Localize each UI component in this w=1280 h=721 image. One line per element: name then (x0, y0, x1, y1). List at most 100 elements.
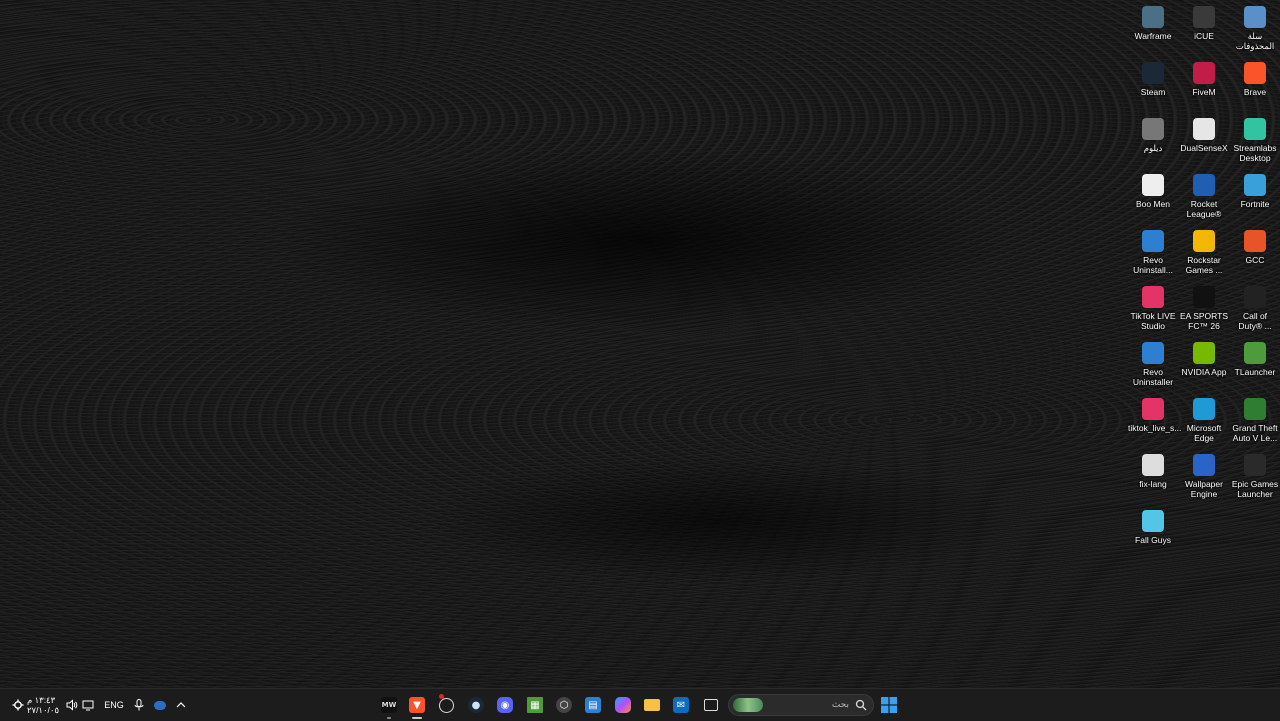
desktop-icon-gta-v[interactable]: Grand Theft Auto V Le... (1230, 398, 1280, 443)
rocket-league-icon (1193, 174, 1215, 196)
search-highlight-icon (733, 698, 763, 712)
taskbar-app-icue[interactable] (435, 689, 457, 721)
desktop-icon-file[interactable]: fix-lang (1128, 454, 1178, 489)
desktop-icon-label: DualSenseX (1180, 143, 1228, 153)
desktop-icon-fall-guys[interactable]: Fall Guys (1128, 510, 1178, 545)
minecraft-icon: ▦ (527, 697, 543, 713)
desktop-icon-gcc[interactable]: GCC (1230, 230, 1280, 265)
desktop-icon-dualsensex[interactable]: DualSenseX (1179, 118, 1229, 153)
desktop-icon-label: Epic Games Launcher (1231, 479, 1279, 499)
nvidia-icon (1193, 342, 1215, 364)
taskbar-app-call-of-duty[interactable]: MW (378, 689, 400, 721)
dualsensex-icon (1193, 118, 1215, 140)
desktop-icon-label: Call of Duty® ... (1238, 311, 1272, 331)
clock-time: ١٣:٤٣ م (26, 695, 56, 705)
desktop-icon-label: TLauncher (1234, 367, 1276, 377)
desktop-wallpaper (0, 0, 1280, 688)
revo-uninstaller-icon (1142, 230, 1164, 252)
desktop-icon-label: Fortnite (1240, 199, 1270, 209)
desktop-icon-rockstar[interactable]: Rockstar Games ... (1179, 230, 1229, 275)
call-of-duty-icon (1244, 286, 1266, 308)
search-placeholder: بحث (831, 700, 849, 710)
desktop-icon-label: Rockstar Games ... (1185, 255, 1223, 275)
volume-icon[interactable] (64, 689, 80, 721)
desktop-icon-label: NVIDIA App (1181, 367, 1227, 377)
fall-guys-icon (1142, 510, 1164, 532)
desktop-icon-label: Boo Men (1135, 199, 1171, 209)
desktop-icon-fivem[interactable]: FiveM (1179, 62, 1229, 97)
desktop-icon-edge[interactable]: Microsoft Edge (1179, 398, 1229, 443)
desktop-icon-steam[interactable]: Steam (1128, 62, 1178, 97)
clock-date: ٢٧/١٠/٠٥ (26, 705, 60, 715)
desktop-icon-nvidia[interactable]: NVIDIA App (1179, 342, 1229, 377)
taskbar-app-minecraft[interactable]: ▦ (524, 689, 546, 721)
desktop-icon-label: Streamlabs Desktop (1233, 143, 1277, 163)
desktop-icon-epic-games[interactable]: Epic Games Launcher (1230, 454, 1280, 499)
desktop-icon-ghost[interactable]: Boo Men (1128, 174, 1178, 209)
desktop-icon-ea-fc[interactable]: EA SPORTS FC™ 26 (1179, 286, 1229, 331)
call-of-duty-icon: MW (381, 697, 397, 713)
desktop-icon-label: Steam (1140, 87, 1166, 97)
desktop-icon-label: Warframe (1134, 31, 1172, 41)
file-icon (1142, 118, 1164, 140)
clock[interactable]: ١٣:٤٣ م ٢٧/١٠/٠٥ (27, 689, 59, 721)
brave-icon: ▼ (409, 697, 425, 713)
edge-icon (1193, 398, 1215, 420)
taskbar-app-file-explorer[interactable] (641, 689, 663, 721)
language-indicator[interactable]: ENG (102, 689, 126, 721)
taskbar-app-discord[interactable]: ◉ (494, 689, 516, 721)
desktop-icon-warframe[interactable]: Warframe (1128, 6, 1178, 41)
taskbar-app-brave[interactable]: ▼ (406, 689, 428, 721)
start-button[interactable] (878, 689, 900, 721)
desktop-icon-recycle-bin[interactable]: سلة المحذوفات (1230, 6, 1280, 51)
desktop-icon-brave[interactable]: Brave (1230, 62, 1280, 97)
desktop-icon-label: GCC (1245, 255, 1265, 265)
brave-icon (1244, 62, 1266, 84)
taskbar-app-copilot[interactable] (612, 689, 634, 721)
microphone-icon[interactable] (131, 689, 147, 721)
desktop-icon-label: EA SPORTS FC™ 26 (1179, 311, 1229, 331)
discord-icon: ◉ (497, 697, 513, 713)
desktop-icon-label: TikTok LIVE Studio (1130, 311, 1176, 331)
chevron-up-icon[interactable] (173, 689, 189, 721)
desktop-icon-icue[interactable]: iCUE (1179, 6, 1229, 41)
fivem-icon (1193, 62, 1215, 84)
network-icon[interactable] (80, 689, 96, 721)
taskbar-task-view[interactable] (700, 689, 722, 721)
notification-gear-icon[interactable] (10, 689, 26, 721)
desktop-icon-file[interactable]: ديلوم (1128, 118, 1178, 153)
desktop-icon-tiktok-live[interactable]: tiktok_live_s... (1128, 398, 1182, 433)
icue-icon (1193, 6, 1215, 28)
desktop-icon-revo-uninstaller[interactable]: Revo Uninstall... (1128, 230, 1178, 275)
steam-icon: ● (468, 697, 484, 713)
taskbar-app-settings[interactable]: ⬡ (553, 689, 575, 721)
desktop-icon-wallpaper-engine[interactable]: Wallpaper Engine (1179, 454, 1229, 499)
folder-icon (644, 699, 660, 711)
desktop-icon-tiktok-live[interactable]: TikTok LIVE Studio (1128, 286, 1178, 331)
taskbar-app-steam[interactable]: ● (465, 689, 487, 721)
steam-icon (1142, 62, 1164, 84)
taskbar-app-store[interactable]: ▤ (582, 689, 604, 721)
onedrive-icon[interactable] (152, 689, 168, 721)
desktop-icon-label: Revo Uninstall... (1133, 255, 1173, 275)
desktop-icon-streamlabs[interactable]: Streamlabs Desktop (1230, 118, 1280, 163)
desktop-icon-label: FiveM (1192, 87, 1216, 97)
desktop-icon-revo-uninstaller[interactable]: Revo Uninstaller (1128, 342, 1178, 387)
desktop-icon-call-of-duty[interactable]: Call of Duty® ... (1230, 286, 1280, 331)
windows-logo-icon (881, 697, 897, 713)
icue-icon (438, 697, 454, 713)
desktop-icon-fortnite[interactable]: Fortnite (1230, 174, 1280, 209)
desktop-icon-rocket-league[interactable]: Rocket League® (1179, 174, 1229, 219)
epic-games-icon (1244, 454, 1266, 476)
desktop-icon-label: Revo Uninstaller (1132, 367, 1174, 387)
desktop-icon-label: tiktok_live_s... (1128, 423, 1182, 433)
desktop-icon-label: سلة المحذوفات (1235, 31, 1275, 51)
taskbar-app-outlook[interactable]: ✉ (670, 689, 692, 721)
desktop-icon-tlauncher[interactable]: TLauncher (1230, 342, 1280, 377)
desktop-icon-label: Wallpaper Engine (1185, 479, 1223, 499)
streamlabs-icon (1244, 118, 1266, 140)
search-box[interactable]: بحث (728, 694, 874, 716)
settings-hex-icon: ⬡ (556, 697, 572, 713)
task-view-icon (704, 699, 718, 711)
wallpaper-engine-icon (1193, 454, 1215, 476)
